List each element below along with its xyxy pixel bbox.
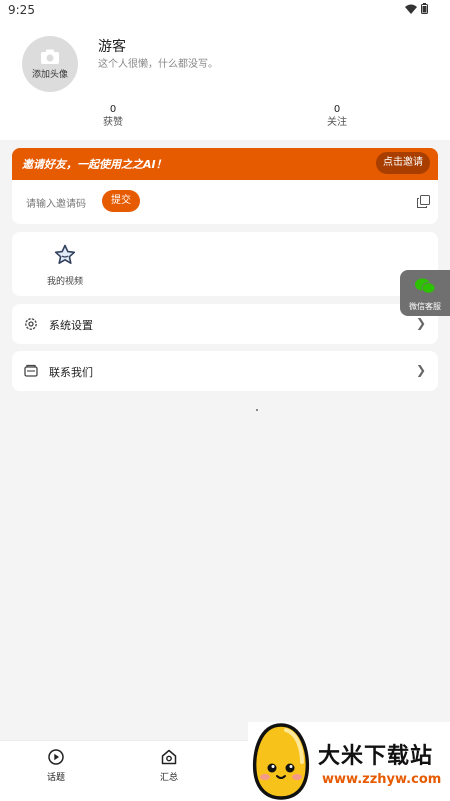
menu-label-settings: 系统设置 bbox=[49, 319, 93, 332]
nav-label-topics: 话题 bbox=[46, 773, 65, 783]
invite-button[interactable]: 点击邀请 bbox=[376, 152, 430, 174]
loading-dot bbox=[256, 409, 258, 411]
copy-icon[interactable] bbox=[417, 195, 430, 208]
star-icon bbox=[54, 244, 76, 264]
nav-item-topics[interactable]: 话题 bbox=[36, 749, 76, 783]
status-time: 9:25 bbox=[8, 3, 35, 17]
nav-item-summary[interactable]: 汇总 bbox=[149, 749, 189, 783]
nav-label-summary: 汇总 bbox=[159, 773, 178, 783]
submit-button[interactable]: 提交 bbox=[102, 190, 140, 212]
profile-section: 添加头像 游客 这个人很懒，什么都没写。 0 获赞 0 关注 bbox=[0, 22, 450, 140]
wechat-service-label: 微信客服 bbox=[409, 302, 441, 311]
menu-item-contact[interactable]: 联系我们 ❯ bbox=[12, 351, 438, 391]
invite-code-row: 请输入邀请码 提交 bbox=[12, 180, 438, 224]
chevron-right-icon: ❯ bbox=[415, 316, 426, 330]
stat-following[interactable]: 0 关注 bbox=[307, 104, 367, 130]
username: 游客 bbox=[98, 39, 126, 55]
menu-item-settings[interactable]: 系统设置 ❯ bbox=[12, 304, 438, 344]
likes-label: 获赞 bbox=[103, 117, 123, 128]
chevron-right-icon: ❯ bbox=[415, 363, 426, 377]
watermark-title: 大米下载站 bbox=[318, 744, 434, 769]
battery-icon bbox=[421, 3, 428, 14]
camera-icon bbox=[41, 49, 59, 64]
status-bar: 9:25 bbox=[0, 0, 450, 22]
home-icon bbox=[161, 749, 177, 765]
play-icon bbox=[48, 749, 64, 765]
status-icons bbox=[405, 3, 428, 14]
following-count: 0 bbox=[333, 104, 341, 115]
contact-icon bbox=[24, 364, 38, 377]
my-videos-label: 我的视频 bbox=[46, 277, 83, 287]
menu-label-contact: 联系我们 bbox=[49, 366, 93, 379]
wechat-service-button[interactable]: 微信客服 bbox=[400, 270, 450, 316]
avatar-label: 添加头像 bbox=[31, 69, 68, 80]
stat-likes[interactable]: 0 获赞 bbox=[83, 104, 143, 130]
following-label: 关注 bbox=[327, 117, 347, 128]
avatar[interactable]: 添加头像 bbox=[22, 36, 78, 92]
watermark-url: www.zzhyw.com bbox=[322, 772, 442, 787]
user-bio: 这个人很懒，什么都没写。 bbox=[98, 59, 218, 70]
wifi-icon bbox=[405, 4, 417, 14]
gear-icon bbox=[25, 318, 37, 330]
invite-banner: 邀请好友，一起使用之之AI！ 点击邀请 bbox=[12, 148, 438, 180]
watermark: 大米下载站 www.zzhyw.com bbox=[248, 722, 450, 800]
wechat-icon bbox=[415, 278, 436, 294]
invite-banner-text: 邀请好友，一起使用之之AI！ bbox=[22, 158, 167, 171]
my-videos-card: 我的视频 bbox=[12, 232, 438, 296]
rice-mascot-icon bbox=[252, 723, 310, 800]
likes-count: 0 bbox=[109, 104, 117, 115]
my-videos-button[interactable]: 我的视频 bbox=[40, 244, 90, 287]
invite-code-input[interactable]: 请输入邀请码 bbox=[26, 195, 86, 210]
